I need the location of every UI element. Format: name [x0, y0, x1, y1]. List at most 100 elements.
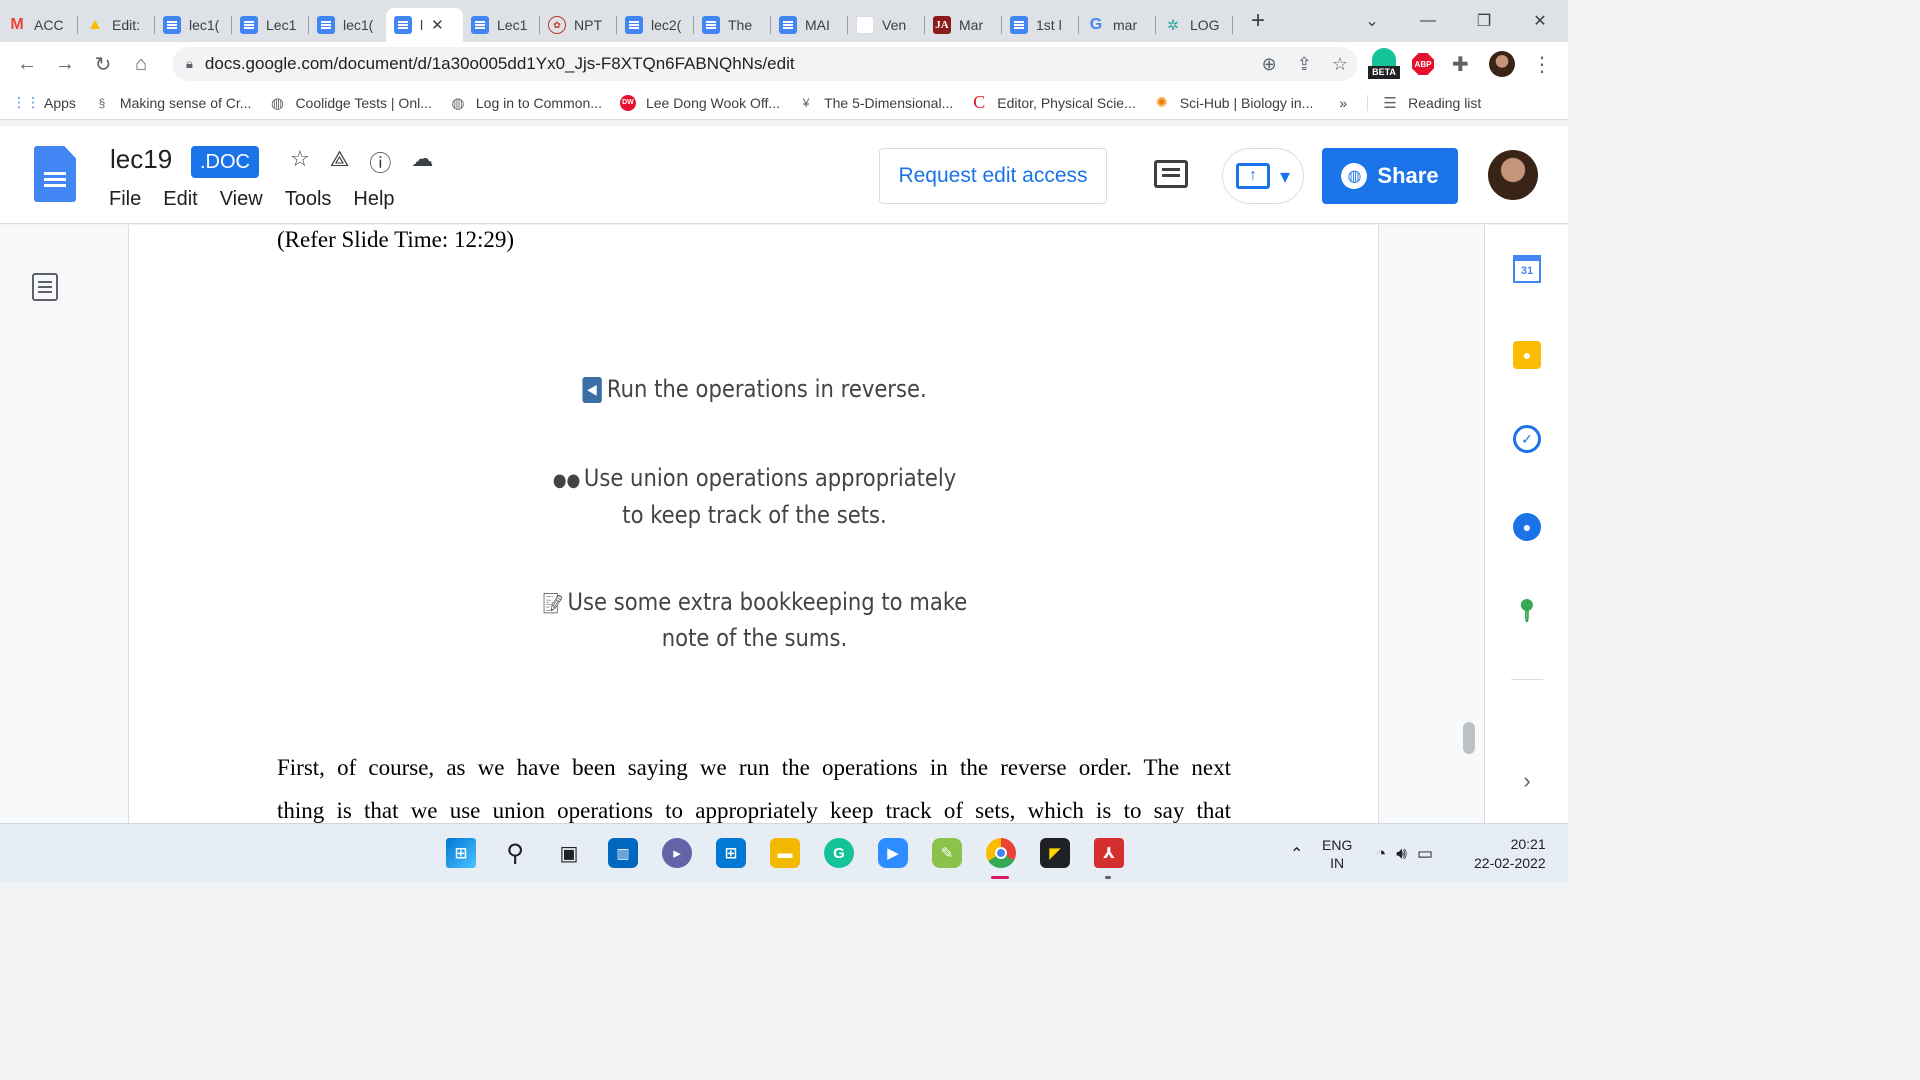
tab-1[interactable]: ▲ Edit:: [78, 8, 155, 42]
menu-help[interactable]: Help: [353, 188, 394, 211]
chrome-icon[interactable]: [986, 838, 1016, 868]
tray-overflow-icon[interactable]: ⌃: [1290, 824, 1303, 883]
home-icon[interactable]: ⌂: [122, 53, 160, 76]
tab-5-active[interactable]: l ✕: [386, 8, 463, 42]
menu-file[interactable]: File: [109, 188, 141, 211]
tab-13[interactable]: 1st l: [1002, 8, 1079, 42]
evernote-icon[interactable]: ✎: [932, 838, 962, 868]
vertical-scrollbar[interactable]: [1463, 722, 1475, 754]
zoom-icon[interactable]: ⊕: [1262, 54, 1277, 75]
address-bar[interactable]: 🔒︎ docs.google.com/document/d/1a30o005dd…: [172, 47, 1358, 81]
zoom-icon[interactable]: ▶: [878, 838, 908, 868]
comments-icon[interactable]: [1154, 160, 1188, 188]
tab-3[interactable]: Lec1: [232, 8, 309, 42]
url-text[interactable]: docs.google.com/document/d/1a30o005dd1Yx…: [205, 54, 795, 74]
document-title[interactable]: lec19: [110, 144, 172, 175]
tab-14[interactable]: Gmar: [1079, 8, 1156, 42]
teams-chat-icon[interactable]: ▸: [662, 838, 692, 868]
docs-icon: [240, 16, 258, 34]
request-edit-access-button[interactable]: Request edit access: [879, 148, 1107, 204]
tab-9[interactable]: The: [694, 8, 771, 42]
back-icon[interactable]: ←: [8, 53, 46, 76]
adblock-icon[interactable]: ABP: [1412, 42, 1434, 86]
minimize-button[interactable]: —: [1400, 12, 1456, 30]
browser-menu-icon[interactable]: ⋮: [1532, 42, 1552, 86]
present-dropdown-icon[interactable]: ▾: [1280, 164, 1290, 189]
tab-6[interactable]: Lec1: [463, 8, 540, 42]
tab-4[interactable]: lec1(: [309, 8, 386, 42]
lock-icon[interactable]: 🔒︎: [186, 56, 193, 72]
docs-icon: [702, 16, 720, 34]
docs-icon: [471, 16, 489, 34]
clock[interactable]: 20:21 22-02-2022: [1474, 824, 1546, 883]
system-status-icons[interactable]: ◔ 🔊︎ ▭: [1376, 824, 1433, 883]
task-view-icon[interactable]: ▣: [554, 838, 584, 868]
menu-tools[interactable]: Tools: [285, 188, 332, 211]
tab-11[interactable]: Ven: [848, 8, 925, 42]
forward-icon[interactable]: →: [46, 53, 84, 76]
menu-view[interactable]: View: [220, 188, 263, 211]
bookmark-4[interactable]: DW Lee Dong Wook Off...: [619, 94, 780, 111]
tab-7[interactable]: ✿ NPT: [540, 8, 617, 42]
tab-12[interactable]: JA Mar: [925, 8, 1002, 42]
outline-icon[interactable]: [32, 273, 58, 301]
tab-strip: M ACC ▲ Edit: lec1( Lec1 lec1( l ✕ Lec1 ✿ NP…: [0, 0, 1568, 42]
restore-button[interactable]: ❐: [1456, 11, 1512, 31]
reload-icon[interactable]: ↻: [84, 52, 122, 77]
bookmark-7[interactable]: ✺ Sci-Hub | Biology in...: [1154, 94, 1313, 111]
tab-10[interactable]: MAI: [771, 8, 848, 42]
keep-icon[interactable]: ●: [1513, 341, 1541, 369]
widgets-icon[interactable]: ▥: [608, 838, 638, 868]
acrobat-icon[interactable]: ⅄: [1094, 838, 1124, 868]
cloud-status-icon[interactable]: ☁: [411, 146, 433, 178]
docs-logo-icon[interactable]: [34, 146, 76, 202]
bookmark-1[interactable]: § Making sense of Cr...: [94, 95, 252, 111]
close-tab-icon[interactable]: ✕: [431, 16, 444, 34]
bookmark-2[interactable]: ◍ Coolidge Tests | Onl...: [269, 94, 432, 112]
bookmark-star-icon[interactable]: ☆: [1332, 54, 1348, 75]
store-icon[interactable]: ⊞: [716, 838, 746, 868]
sticky-notes-icon[interactable]: ◤: [1040, 838, 1070, 868]
bookmark-5[interactable]: ¥ The 5-Dimensional...: [798, 95, 954, 111]
tab-8[interactable]: lec2(: [617, 8, 694, 42]
document-page[interactable]: (Refer Slide Time: 12:29) ◀ Run the opera…: [128, 225, 1379, 823]
share-page-icon[interactable]: ⇪: [1297, 54, 1312, 75]
profile-avatar[interactable]: [1489, 42, 1515, 86]
menu-edit[interactable]: Edit: [163, 188, 197, 211]
grammarly-beta-icon[interactable]: BETA: [1368, 42, 1400, 86]
nptel-icon: ✿: [548, 16, 566, 34]
star-icon[interactable]: ☆: [290, 146, 310, 178]
close-window-button[interactable]: ✕: [1512, 11, 1568, 31]
bookmarks-overflow[interactable]: »: [1339, 95, 1347, 111]
new-tab-button[interactable]: +: [1243, 7, 1273, 35]
panel-divider: [1511, 679, 1543, 680]
add-to-drive-icon[interactable]: ⟁: [330, 146, 350, 178]
info-icon[interactable]: ⓘ: [369, 146, 391, 178]
globe-icon: ◍: [270, 94, 284, 112]
docs-icon: [625, 16, 643, 34]
start-icon[interactable]: ⊞: [446, 838, 476, 868]
maps-icon[interactable]: 📍︎: [1513, 597, 1541, 625]
tasks-icon[interactable]: ✓: [1513, 425, 1541, 453]
calendar-icon[interactable]: 31: [1513, 255, 1541, 283]
tab-search-icon[interactable]: ⌄: [1344, 11, 1400, 31]
expand-panel-icon[interactable]: ›: [1513, 767, 1541, 795]
share-button[interactable]: ◍ Share: [1322, 148, 1458, 204]
account-avatar[interactable]: [1488, 150, 1538, 200]
reading-list[interactable]: ☰ Reading list: [1367, 94, 1481, 112]
bookmark-6[interactable]: C Editor, Physical Scie...: [971, 92, 1136, 112]
present-button[interactable]: ↑ ▾: [1222, 148, 1304, 204]
language-indicator[interactable]: ENG IN: [1322, 824, 1352, 883]
tab-15[interactable]: ✲ LOG: [1156, 8, 1233, 42]
bookmark-3[interactable]: ◍ Log in to Common...: [450, 95, 602, 112]
extensions-puzzle-icon[interactable]: ✚: [1452, 42, 1469, 86]
search-icon[interactable]: ⚲: [500, 838, 530, 868]
link-icon: §: [98, 95, 106, 110]
bookmark-apps[interactable]: ⋮⋮ Apps: [12, 94, 76, 111]
file-explorer-icon[interactable]: ▬: [770, 838, 800, 868]
tab-2[interactable]: lec1(: [155, 8, 232, 42]
grammarly-icon[interactable]: G: [824, 838, 854, 868]
contacts-icon[interactable]: ●: [1513, 513, 1541, 541]
apps-grid-icon: ⋮⋮: [12, 94, 40, 110]
tab-0[interactable]: M ACC: [0, 8, 78, 42]
